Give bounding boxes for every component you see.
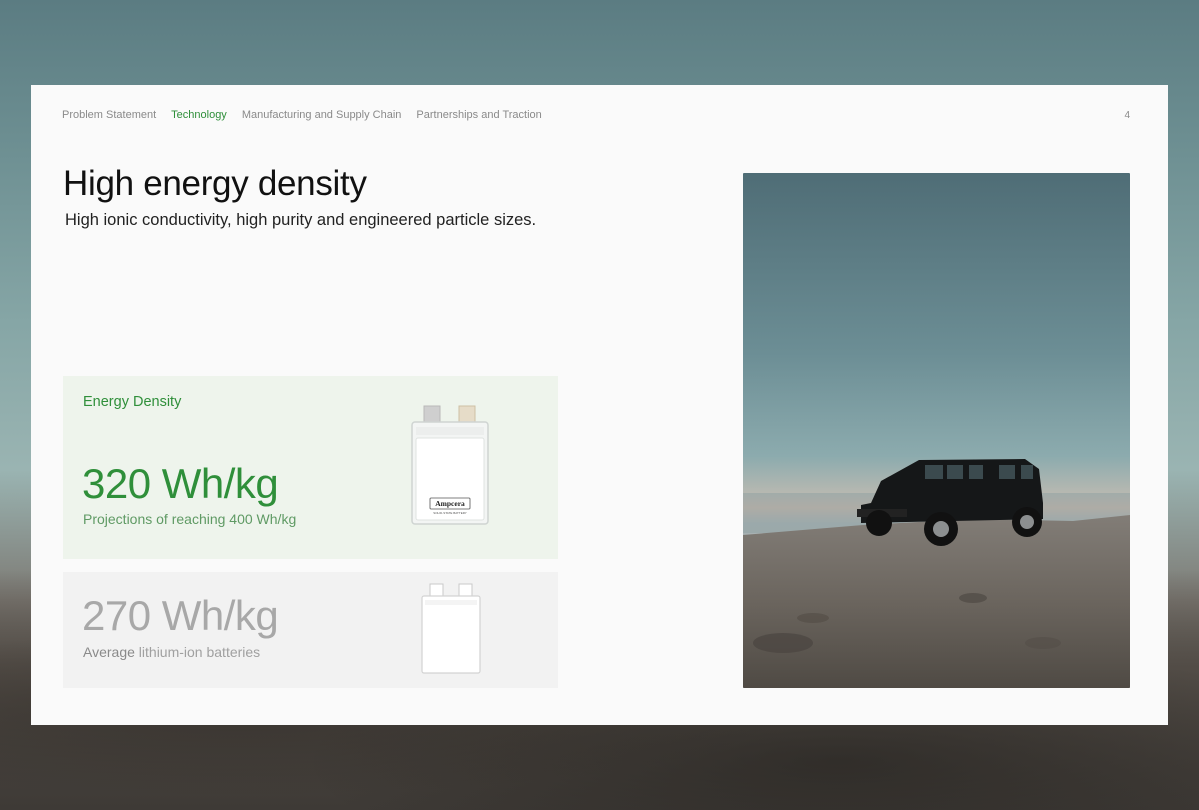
pouch-cell-battery-icon: Ampcera SOLID-STATE BATTERY — [408, 402, 492, 526]
pouch-cell-battery-icon — [419, 582, 485, 676]
nav-item-partnerships[interactable]: Partnerships and Traction — [416, 109, 541, 121]
baseline-value: 270 Wh/kg — [82, 592, 279, 639]
baseline-note-rest: lithium-ion batteries — [134, 644, 261, 660]
jeep-on-cliff-photo — [743, 173, 1130, 688]
page-number: 4 — [1124, 110, 1130, 121]
average-battery-card: 270 Wh/kg Average lithium-ion batteries — [63, 572, 558, 688]
nav-item-technology[interactable]: Technology — [171, 109, 227, 121]
baseline-note-emphasis: Average — [83, 644, 135, 660]
section-nav: Problem Statement Technology Manufacturi… — [62, 109, 542, 121]
card-label: Energy Density — [83, 394, 182, 410]
nav-item-manufacturing[interactable]: Manufacturing and Supply Chain — [242, 109, 402, 121]
energy-density-card: Energy Density 320 Wh/kg Projections of … — [63, 376, 558, 559]
featured-note: Projections of reaching 400 Wh/kg — [83, 511, 297, 527]
battery-brand: Ampcera — [435, 499, 465, 508]
nav-item-problem-statement[interactable]: Problem Statement — [62, 109, 156, 121]
battery-tagline: SOLID-STATE BATTERY — [433, 511, 467, 515]
featured-value: 320 Wh/kg — [82, 460, 279, 507]
page-title: High energy density — [63, 164, 367, 203]
slide: Problem Statement Technology Manufacturi… — [31, 85, 1168, 725]
page-subtitle: High ionic conductivity, high purity and… — [65, 211, 537, 229]
baseline-note: Average lithium-ion batteries — [83, 644, 260, 660]
